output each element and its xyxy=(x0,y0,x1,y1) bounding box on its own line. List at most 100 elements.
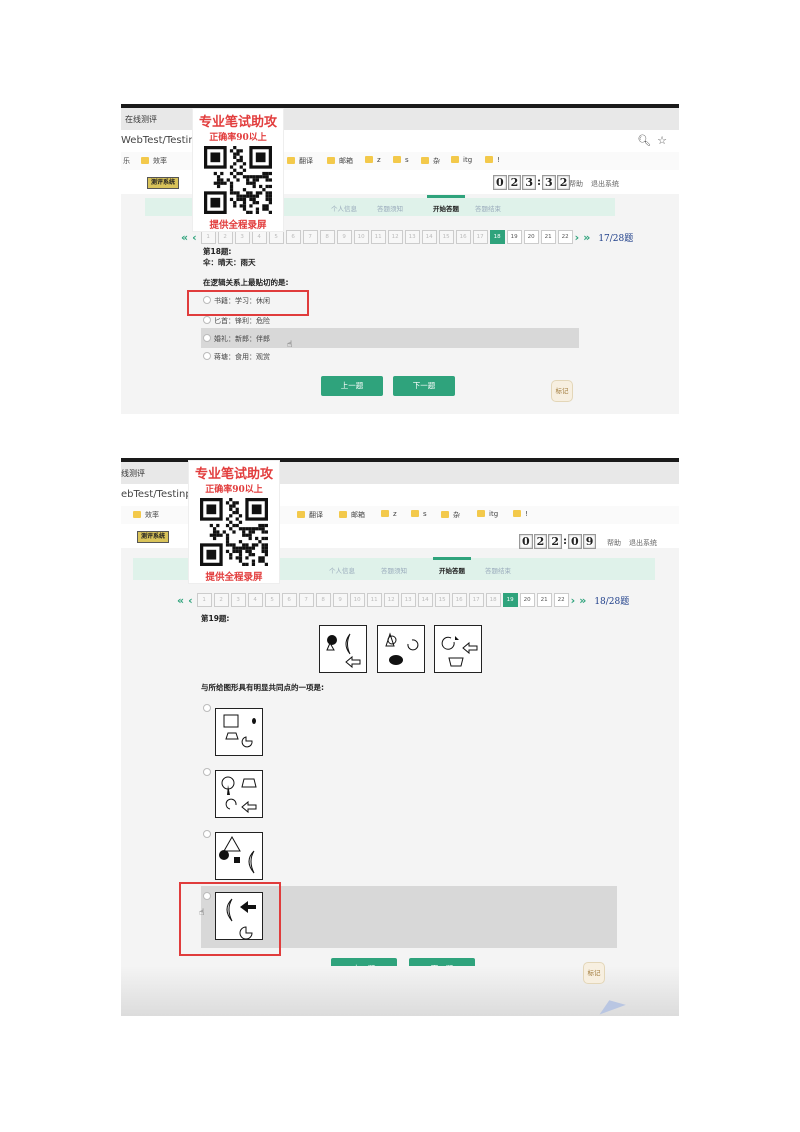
page-number-15[interactable]: 15 xyxy=(434,593,450,607)
next-question-button[interactable]: 下一题 xyxy=(393,376,455,396)
bookmark-item[interactable]: s xyxy=(411,510,427,518)
first-page-icon[interactable]: « xyxy=(181,231,188,244)
promo-accuracy: 正确率90以上 xyxy=(205,485,263,495)
bookmark-item[interactable]: 杂 xyxy=(441,510,460,520)
page-number-3[interactable]: 3 xyxy=(230,593,246,607)
answer-option-a[interactable] xyxy=(215,708,263,756)
page-number-7[interactable]: 7 xyxy=(298,593,314,607)
radio-icon[interactable] xyxy=(203,352,211,360)
first-page-icon[interactable]: « xyxy=(177,594,184,607)
page-number-21[interactable]: 21 xyxy=(540,230,556,244)
page-number-4[interactable]: 4 xyxy=(247,593,263,607)
page-number-13[interactable]: 13 xyxy=(404,230,420,244)
page-number-2[interactable]: 2 xyxy=(217,230,233,244)
page-number-5[interactable]: 5 xyxy=(264,593,280,607)
answer-option-b[interactable]: 匕首：锋利：危险 xyxy=(203,316,270,326)
radio-icon[interactable] xyxy=(203,334,211,342)
answer-option-d[interactable]: 蒋塘：食用：观赏 xyxy=(203,352,270,362)
bookmark-item[interactable]: 乐 xyxy=(123,156,130,166)
bookmark-item[interactable]: 翻译 xyxy=(287,156,313,166)
radio-icon[interactable] xyxy=(203,704,211,712)
page-number-9[interactable]: 9 xyxy=(336,230,352,244)
bookmark-item[interactable]: s xyxy=(393,156,409,164)
page-number-21[interactable]: 21 xyxy=(536,593,552,607)
bookmark-item[interactable]: itg xyxy=(451,156,472,164)
bookmark-item[interactable]: ! xyxy=(485,156,500,164)
page-number-15[interactable]: 15 xyxy=(438,230,454,244)
address-text[interactable]: ebTest/Testinp xyxy=(121,489,192,500)
page-number-20[interactable]: 20 xyxy=(523,230,539,244)
page-number-13[interactable]: 13 xyxy=(400,593,416,607)
bookmark-item[interactable]: z xyxy=(365,156,381,164)
page-number-19[interactable]: 19 xyxy=(506,230,522,244)
answer-option-b[interactable] xyxy=(215,770,263,818)
page-number-16[interactable]: 16 xyxy=(451,593,467,607)
address-text[interactable]: WebTest/Testinp xyxy=(121,135,201,146)
page-number-16[interactable]: 16 xyxy=(455,230,471,244)
star-icon[interactable]: ☆ xyxy=(657,134,673,147)
page-number-12[interactable]: 12 xyxy=(383,593,399,607)
page-number-14[interactable]: 14 xyxy=(421,230,437,244)
radio-icon[interactable] xyxy=(203,316,211,324)
page-number-22[interactable]: 22 xyxy=(553,593,569,607)
next-page-icon[interactable]: › xyxy=(571,594,576,607)
page-number-22[interactable]: 22 xyxy=(557,230,573,244)
last-page-icon[interactable]: » xyxy=(579,594,586,607)
page-number-3[interactable]: 3 xyxy=(234,230,250,244)
prev-page-icon[interactable]: ‹ xyxy=(192,231,197,244)
page-number-9[interactable]: 9 xyxy=(332,593,348,607)
help-link[interactable]: 帮助 xyxy=(607,538,621,548)
browser-tab-title[interactable]: 线测评 xyxy=(121,468,145,479)
page-number-2[interactable]: 2 xyxy=(213,593,229,607)
countdown-timer: 023:32 xyxy=(493,175,571,190)
question-prompt: 与所给图形具有明显共同点的一项是: xyxy=(201,683,324,692)
page-number-18[interactable]: 18 xyxy=(485,593,501,607)
page-number-6[interactable]: 6 xyxy=(281,593,297,607)
bookmark-item[interactable]: z xyxy=(381,510,397,518)
page-number-18[interactable]: 18 xyxy=(489,230,505,244)
bookmark-item[interactable]: itg xyxy=(477,510,498,518)
page-number-7[interactable]: 7 xyxy=(302,230,318,244)
exit-link[interactable]: 退出系统 xyxy=(591,179,619,189)
page-number-5[interactable]: 5 xyxy=(268,230,284,244)
page-number-19[interactable]: 19 xyxy=(502,593,518,607)
browser-tab-title[interactable]: 在线测评 xyxy=(125,114,157,125)
page-number-17[interactable]: 17 xyxy=(468,593,484,607)
page-number-11[interactable]: 11 xyxy=(366,593,382,607)
bookmark-item[interactable]: 效率 xyxy=(141,156,167,166)
page-number-17[interactable]: 17 xyxy=(472,230,488,244)
radio-icon[interactable] xyxy=(203,768,211,776)
last-page-icon[interactable]: » xyxy=(583,231,590,244)
bookmark-item[interactable]: 邮箱 xyxy=(339,510,365,520)
bookmark-item[interactable]: 效率 xyxy=(133,510,159,520)
bookmark-item[interactable]: ! xyxy=(513,510,528,518)
page-number-8[interactable]: 8 xyxy=(315,593,331,607)
help-link[interactable]: 帮助 xyxy=(569,179,583,189)
prev-question-button[interactable]: 上一题 xyxy=(321,376,383,396)
mark-button[interactable]: 标记 xyxy=(551,380,573,402)
bookmark-item[interactable]: 邮箱 xyxy=(327,156,353,166)
qr-code-icon xyxy=(200,498,268,566)
exit-link[interactable]: 退出系统 xyxy=(629,538,657,548)
question-pager: « ‹ 1 2 3 4 5 6 7 8 9 10 11 12 13 14 15 16 17 18 19 20 21 22 ›… xyxy=(181,230,633,244)
page-number-6[interactable]: 6 xyxy=(285,230,301,244)
page-number-1[interactable]: 1 xyxy=(196,593,212,607)
answer-option-c[interactable] xyxy=(215,832,263,880)
next-page-icon[interactable]: › xyxy=(575,231,580,244)
answer-option-c[interactable]: 婚礼：新郎：伴郎 xyxy=(203,334,270,344)
page-number-11[interactable]: 11 xyxy=(370,230,386,244)
mark-button[interactable]: 标记 xyxy=(583,962,605,984)
radio-icon[interactable] xyxy=(203,830,211,838)
bookmark-item[interactable]: 杂 xyxy=(421,156,440,166)
page-number-8[interactable]: 8 xyxy=(319,230,335,244)
page-number-1[interactable]: 1 xyxy=(200,230,216,244)
prev-page-icon[interactable]: ‹ xyxy=(188,594,193,607)
zoom-icon[interactable]: 🔍︎ xyxy=(637,134,657,147)
page-number-10[interactable]: 10 xyxy=(349,593,365,607)
page-number-10[interactable]: 10 xyxy=(353,230,369,244)
page-number-4[interactable]: 4 xyxy=(251,230,267,244)
page-number-20[interactable]: 20 xyxy=(519,593,535,607)
page-number-12[interactable]: 12 xyxy=(387,230,403,244)
page-number-14[interactable]: 14 xyxy=(417,593,433,607)
bookmark-item[interactable]: 翻译 xyxy=(297,510,323,520)
